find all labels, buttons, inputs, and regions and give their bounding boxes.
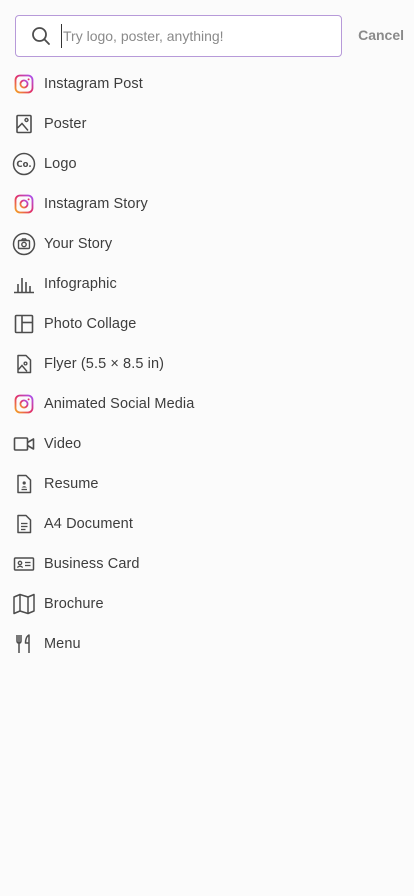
brochure-icon [12, 592, 36, 616]
list-item-label: Business Card [44, 556, 140, 572]
flyer-icon [12, 352, 36, 376]
list-item-menu[interactable]: Menu [0, 624, 414, 664]
list-item-label: Poster [44, 116, 87, 132]
video-icon [12, 432, 36, 456]
logo-icon: Co. [12, 152, 36, 176]
list-item-your-story[interactable]: Your Story [0, 224, 414, 264]
list-item-label: Animated Social Media [44, 396, 195, 412]
list-item-business-card[interactable]: Business Card [0, 544, 414, 584]
list-item-infographic[interactable]: Infographic [0, 264, 414, 304]
instagram-icon [12, 392, 36, 416]
list-item-poster[interactable]: Poster [0, 104, 414, 144]
search-icon [30, 25, 52, 47]
svg-text:Co.: Co. [16, 160, 31, 170]
list-item-flyer[interactable]: Flyer (5.5 × 8.5 in) [0, 344, 414, 384]
list-item-label: Video [44, 436, 82, 452]
list-item-label: A4 Document [44, 516, 133, 532]
top-bar: Cancel [0, 0, 414, 70]
list-item-label: Brochure [44, 596, 104, 612]
list-item-label: Menu [44, 636, 81, 652]
list-item-instagram-post[interactable]: Instagram Post [0, 64, 414, 104]
list-item-video[interactable]: Video [0, 424, 414, 464]
list-item-label: Logo [44, 156, 77, 172]
list-item-label: Instagram Story [44, 196, 148, 212]
bar-chart-icon [12, 272, 36, 296]
business-card-icon [12, 552, 36, 576]
list-item-photo-collage[interactable]: Photo Collage [0, 304, 414, 344]
list-item-a4-document[interactable]: A4 Document [0, 504, 414, 544]
list-item-label: Instagram Post [44, 76, 143, 92]
list-item-instagram-story[interactable]: Instagram Story [0, 184, 414, 224]
list-item-resume[interactable]: Resume [0, 464, 414, 504]
list-item-label: Resume [44, 476, 99, 492]
search-box[interactable] [15, 15, 342, 57]
design-type-list: Instagram Post Poster Co. Logo Instagram… [0, 64, 414, 664]
list-item-logo[interactable]: Co. Logo [0, 144, 414, 184]
camera-icon [12, 232, 36, 256]
menu-icon [12, 632, 36, 656]
list-item-label: Infographic [44, 276, 117, 292]
list-item-brochure[interactable]: Brochure [0, 584, 414, 624]
list-item-label: Your Story [44, 236, 113, 252]
list-item-animated-social-media[interactable]: Animated Social Media [0, 384, 414, 424]
resume-icon [12, 472, 36, 496]
collage-icon [12, 312, 36, 336]
instagram-icon [12, 72, 36, 96]
document-icon [12, 512, 36, 536]
list-item-label: Flyer (5.5 × 8.5 in) [44, 356, 165, 372]
poster-icon [12, 112, 36, 136]
cancel-button[interactable]: Cancel [358, 27, 404, 43]
list-item-label: Photo Collage [44, 316, 137, 332]
instagram-icon [12, 192, 36, 216]
search-input[interactable] [61, 24, 321, 48]
